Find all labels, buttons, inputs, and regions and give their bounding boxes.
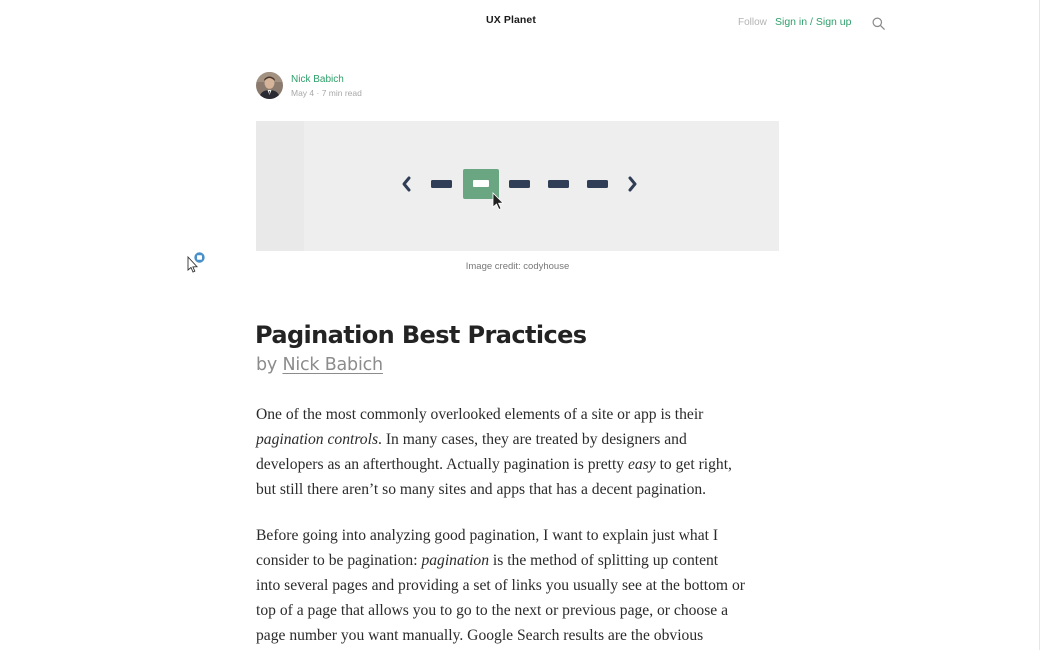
paragraph-line: developers as an afterthought. Actually …: [256, 452, 786, 477]
avatar-image: [256, 72, 283, 99]
author-avatar[interactable]: [256, 72, 283, 99]
emphasis-text: pagination controls: [256, 431, 379, 448]
image-caption: Image credit: codyhouse: [465, 261, 570, 272]
search-icon[interactable]: [872, 17, 885, 30]
pagination-illustration: [402, 169, 637, 211]
cursor-badge-icon: [187, 252, 205, 273]
text-run: is the method of splitting up content: [489, 552, 719, 569]
current-page-dash: [473, 180, 489, 187]
paragraph-line: One of the most commonly overlooked elem…: [256, 406, 704, 423]
emphasis-text: pagination: [421, 552, 490, 569]
byline-author-link[interactable]: Nick Babich: [282, 355, 383, 375]
prev-arrow-icon: [402, 176, 411, 192]
next-arrow-icon: [628, 176, 637, 192]
text-run: . In many cases, they are treated by des…: [378, 431, 687, 448]
text-run: to get right,: [655, 456, 732, 473]
top-bar: UX Planet Follow Sign in / Sign up: [0, 0, 1039, 44]
page-dash-1: [431, 180, 452, 188]
paragraph-line: Before going into analyzing good paginat…: [256, 527, 719, 544]
paragraph-line: top of a page that allows you to go to t…: [256, 602, 729, 619]
site-brand[interactable]: UX Planet: [0, 14, 1022, 26]
text-run: developers as an afterthought. Actually …: [256, 456, 628, 473]
paragraph-line: consider to be pagination: pagination is…: [256, 548, 786, 573]
text-run: consider to be pagination:: [256, 552, 422, 569]
byline-prefix: by: [256, 355, 278, 375]
article-title: Pagination Best Practices: [255, 321, 587, 349]
paragraph-line: page number you want manually. Google Se…: [256, 627, 704, 644]
follow-button[interactable]: Follow: [738, 17, 767, 28]
page-dash-4: [548, 180, 569, 188]
emphasis-text: easy: [627, 456, 656, 473]
article-paragraph-2: Before going into analyzing good paginat…: [256, 523, 786, 648]
paragraph-line: but still there aren’t so many sites and…: [256, 481, 707, 498]
page-dash-3: [509, 180, 530, 188]
paragraph-line: pagination controls. In many cases, they…: [256, 427, 786, 452]
page-dash-5: [587, 180, 608, 188]
author-name-link[interactable]: Nick Babich: [291, 74, 344, 85]
article-byline: by Nick Babich: [256, 355, 383, 375]
page: UX Planet Follow Sign in / Sign up Nick …: [0, 0, 1040, 650]
hero-image: [256, 121, 779, 251]
article-paragraph-1: One of the most commonly overlooked elem…: [256, 402, 786, 502]
paragraph-line: into several pages and providing a set o…: [256, 577, 745, 594]
post-meta: May 4 · 7 min read: [291, 88, 362, 98]
signin-link[interactable]: Sign in / Sign up: [775, 16, 851, 28]
